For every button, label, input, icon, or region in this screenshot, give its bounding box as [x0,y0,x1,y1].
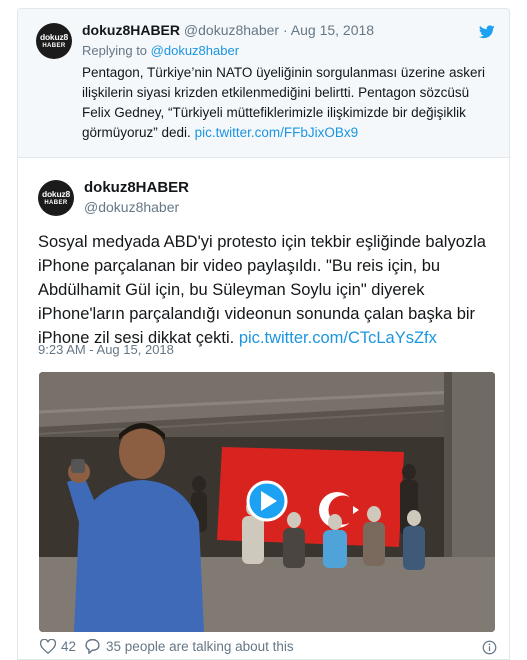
tweet-text: Pentagon, Türkiye’nin NATO üyeliğinin so… [82,63,497,143]
tweet-text: Sosyal medyada ABD'yi protesto için tekb… [38,230,498,350]
author-name[interactable]: dokuz8HABER [84,178,189,198]
conversation-count-text: 35 people are talking about this [106,638,294,654]
author-handle[interactable]: @dokuz8haber [184,22,279,38]
author-name[interactable]: dokuz8HABER [82,22,180,38]
author-block[interactable]: dokuz8HABER @dokuz8haber [84,178,189,216]
tweet-timestamp[interactable]: 9:23 AM - Aug 15, 2018 [38,342,174,357]
reply-header: dokuz8HABER @dokuz8haber · Aug 15, 2018 [82,21,497,39]
author-handle[interactable]: @dokuz8haber [84,198,189,216]
video-thumbnail[interactable] [39,372,495,632]
replying-to-line: Replying to @dokuz8haber [82,43,497,59]
info-icon[interactable] [482,640,497,655]
avatar-logo-subtext: HABER [44,199,68,206]
reply-tweet[interactable]: dokuz8 HABER dokuz8HABER @dokuz8haber · … [17,8,510,158]
author-avatar[interactable]: dokuz8 HABER [38,180,74,216]
avatar-logo-text: dokuz8 [41,189,71,200]
embedded-tweet-thread: dokuz8 HABER dokuz8HABER @dokuz8haber · … [0,0,527,660]
separator-dot: · [282,22,288,38]
like-action[interactable]: 42 [40,638,77,654]
heart-icon [40,638,56,654]
tweet-media-link[interactable]: pic.twitter.com/CTcLaYsZfx [239,329,437,347]
like-count: 42 [61,638,77,654]
comment-action[interactable]: 35 people are talking about this [84,638,294,654]
tweet-date[interactable]: Aug 15, 2018 [291,22,374,38]
replying-prefix: Replying to [82,43,151,58]
comment-icon [85,638,100,654]
replying-to-mention[interactable]: @dokuz8haber [151,43,239,58]
author-avatar[interactable]: dokuz8 HABER [36,23,72,59]
avatar-logo-subtext: HABER [42,42,66,49]
tweet-media-link[interactable]: pic.twitter.com/FFbJixOBx9 [195,125,359,140]
video-frame-image [39,372,495,632]
main-tweet[interactable]: dokuz8 HABER dokuz8HABER @dokuz8haber So… [17,158,510,660]
avatar-logo-text: dokuz8 [39,32,69,43]
tweet-actions: 42 35 people are talking about this [40,638,302,654]
